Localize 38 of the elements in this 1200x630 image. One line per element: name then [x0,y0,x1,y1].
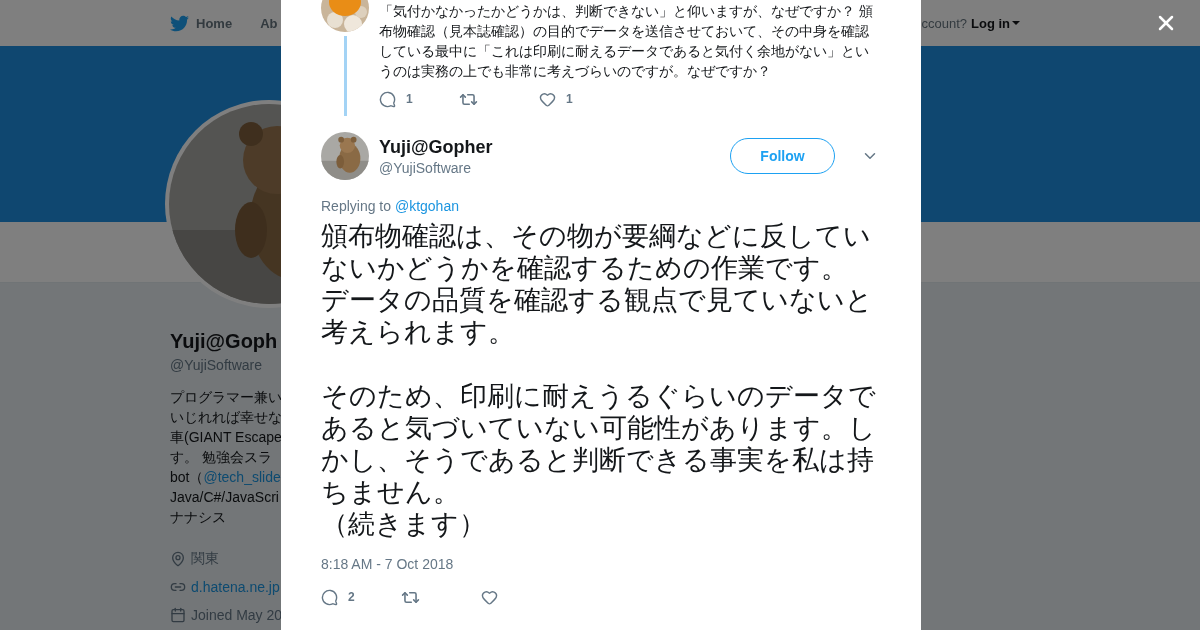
bird-icon [170,13,189,33]
speech-bubble-icon [379,90,396,108]
nav-link[interactable]: Ab [260,15,278,31]
mention-link[interactable]: @tech_slide [203,469,281,485]
user-name: Yuji@Gopher [379,136,494,158]
nav-link[interactable]: Home [170,13,233,33]
user-handle: @YujiSoftware [379,159,473,176]
heart-icon [481,588,498,606]
follow-button[interactable]: Follow [730,138,835,174]
like-button[interactable]: 1 [539,90,619,108]
replying-to: Replying to @ktgohan [321,198,460,214]
mention-link[interactable]: @ktgohan [394,198,459,214]
tweet-paragraph: （続きます） [321,508,487,540]
location-icon [170,551,186,567]
tweet-paragraph: 頒布物確認は、その物が要綱などに反していないかどうかを確認するための作業です。 [321,220,872,284]
bio-line: プログラマー兼い [170,388,282,407]
bio-line: 車(GIANT Escape [170,428,282,447]
account-prompt: ccount? [921,15,967,31]
tweet-text: 「気付かなかったかどうかは、判断できない」と仰いますが、なぜですか？ 頒布物確認（見本誌確認）の目的でデータを送信させておいて、その中身を確認している最中に「これは印刷に耐えるデータであると気付く余地がない」というのは実務の上でも非常に考えづらいのですが。なぜですか？ [379,3,874,81]
tweet-paragraph: データの品質を確認する観点で見ていないと考えられます。 [321,284,874,348]
join-date: Joined May 20 [191,607,283,623]
calendar-icon [170,607,186,623]
location: 関東 [191,550,219,568]
profile-name: Yuji@Goph [170,330,278,353]
tweet-paragraph: そのため、印刷に耐えうるぐらいのデータであると気づいていない可能性があります。しかし、そうであると判断できる事実を私は持ちません。 [321,380,877,508]
reply-button[interactable]: 1 [379,90,459,108]
speech-bubble-icon [321,588,338,606]
profile-handle: @YujiSoftware [170,357,263,373]
bio-line: ナナシス [170,508,226,527]
heart-icon [539,90,556,108]
bio-line: bot（@tech_slide [170,468,281,487]
bio-line: す。 勉強会スラ [170,448,272,467]
bio-line: いじれれば幸せな [170,408,282,427]
login-link[interactable]: Log in [971,15,1020,31]
tweet-time: 8:18 AM - 7 Oct 2018 [321,556,455,572]
website-link[interactable]: d.hatena.ne.jp [191,579,280,595]
reply-button[interactable]: 2 [321,588,401,606]
bio-line: Java/C#/JavaScri [170,488,279,507]
